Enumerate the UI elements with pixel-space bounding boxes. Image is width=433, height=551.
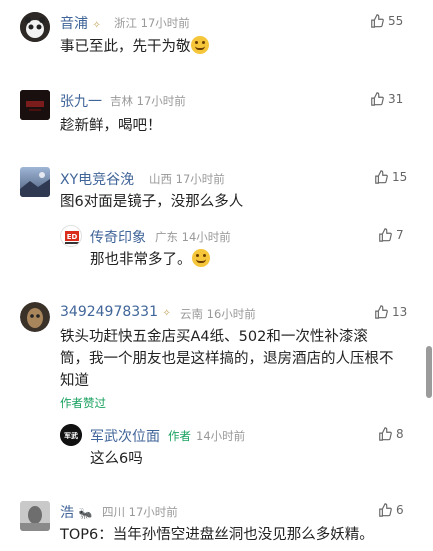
like-button[interactable]: 8 — [378, 427, 404, 441]
timestamp: 17小时前 — [140, 16, 190, 30]
avatar[interactable] — [20, 12, 50, 42]
location: 山西 — [149, 172, 172, 186]
like-button[interactable]: 55 — [370, 14, 403, 28]
author-liked-label: 作者赞过 — [60, 396, 106, 410]
comment-meta: 浙江 17小时前 — [114, 15, 190, 31]
comment-text: TOP6：当年孙悟空进盘丝洞也没见那么多妖精。 — [60, 527, 374, 543]
reply-user-name[interactable]: 军武次位面 — [90, 426, 160, 446]
location: 广东 — [155, 230, 178, 244]
comment-text: 趁新鲜，喝吧！ — [60, 118, 162, 134]
location: 吉林 — [110, 94, 133, 108]
comment-text: 图6对面是镜子，没那么多人 — [60, 194, 244, 210]
like-count: 31 — [388, 92, 404, 106]
like-count: 15 — [392, 170, 408, 184]
reply-text: 那也非常多了。 — [90, 249, 210, 271]
like-count: 6 — [396, 503, 404, 517]
comment-meta: 四川 17小时前 — [102, 504, 178, 520]
timestamp: 17小时前 — [128, 505, 178, 519]
thumbs-up-icon — [379, 503, 392, 517]
reply-avatar[interactable]: 军武 — [60, 424, 82, 446]
thumbs-up-icon — [379, 228, 392, 242]
reply-text: 这么6吗 — [90, 451, 143, 467]
like-count: 8 — [396, 427, 404, 441]
comment-meta: 山西 17小时前 — [149, 171, 225, 187]
svg-text:ED: ED — [67, 233, 78, 241]
like-button[interactable]: 6 — [378, 503, 404, 517]
vip-icon: ✧ — [92, 20, 101, 31]
thumbs-up-icon — [371, 92, 384, 106]
avatar[interactable] — [20, 167, 50, 197]
user-name[interactable]: 浩 🐜 — [60, 502, 92, 522]
user-name[interactable]: 34924978331 ✧ — [60, 304, 171, 320]
like-button[interactable]: 7 — [378, 228, 404, 242]
like-button[interactable]: 15 — [374, 170, 407, 184]
like-button[interactable]: 13 — [374, 305, 407, 319]
location: 云南 — [180, 307, 203, 321]
timestamp: 16小时前 — [206, 307, 256, 321]
comment-meta: 云南 16小时前 — [180, 306, 256, 322]
timestamp: 14小时前 — [196, 429, 246, 443]
like-button[interactable]: 31 — [370, 92, 403, 106]
reply-user-name[interactable]: 传奇印象 — [90, 227, 146, 247]
like-count: 55 — [388, 14, 404, 28]
thumbs-up-icon — [375, 305, 388, 319]
ant-icon: 🐜 — [78, 507, 93, 520]
user-name[interactable]: 张九一 — [60, 91, 102, 111]
location: 四川 — [102, 505, 125, 519]
author-badge: 作者 — [168, 429, 191, 443]
reply-avatar[interactable]: ED — [60, 225, 82, 247]
timestamp: 17小时前 — [175, 172, 225, 186]
timestamp: 14小时前 — [181, 230, 231, 244]
like-count: 7 — [396, 228, 404, 242]
vip-icon: ✧ — [162, 308, 171, 319]
user-name[interactable]: 音浦 ✧ — [60, 13, 101, 33]
reply-meta: 14小时前 — [196, 428, 245, 444]
avatar[interactable] — [20, 90, 50, 120]
like-count: 13 — [392, 305, 408, 319]
avatar[interactable] — [20, 501, 50, 531]
timestamp: 17小时前 — [136, 94, 186, 108]
scrollbar-thumb[interactable] — [426, 346, 432, 398]
avatar[interactable] — [20, 302, 50, 332]
user-name[interactable]: XY电竞谷浼 — [60, 169, 134, 189]
comment-text: 铁头功赶快五金店买A4纸、502和一次性补漆滚筒，我一个朋友也是这样搞的，退房酒… — [60, 329, 394, 389]
location: 浙江 — [114, 16, 137, 30]
comment-meta: 吉林 17小时前 — [110, 93, 186, 109]
thumbs-up-icon — [379, 427, 392, 441]
svg-text:军武: 军武 — [64, 431, 78, 440]
thumbs-up-icon — [371, 14, 384, 28]
thumbs-up-icon — [375, 170, 388, 184]
comment-text: 事已至此，先干为敬 — [60, 36, 209, 58]
grin-emoji-icon — [191, 249, 210, 267]
thinking-emoji-icon — [190, 36, 209, 54]
reply-meta: 广东 14小时前 — [155, 229, 231, 245]
